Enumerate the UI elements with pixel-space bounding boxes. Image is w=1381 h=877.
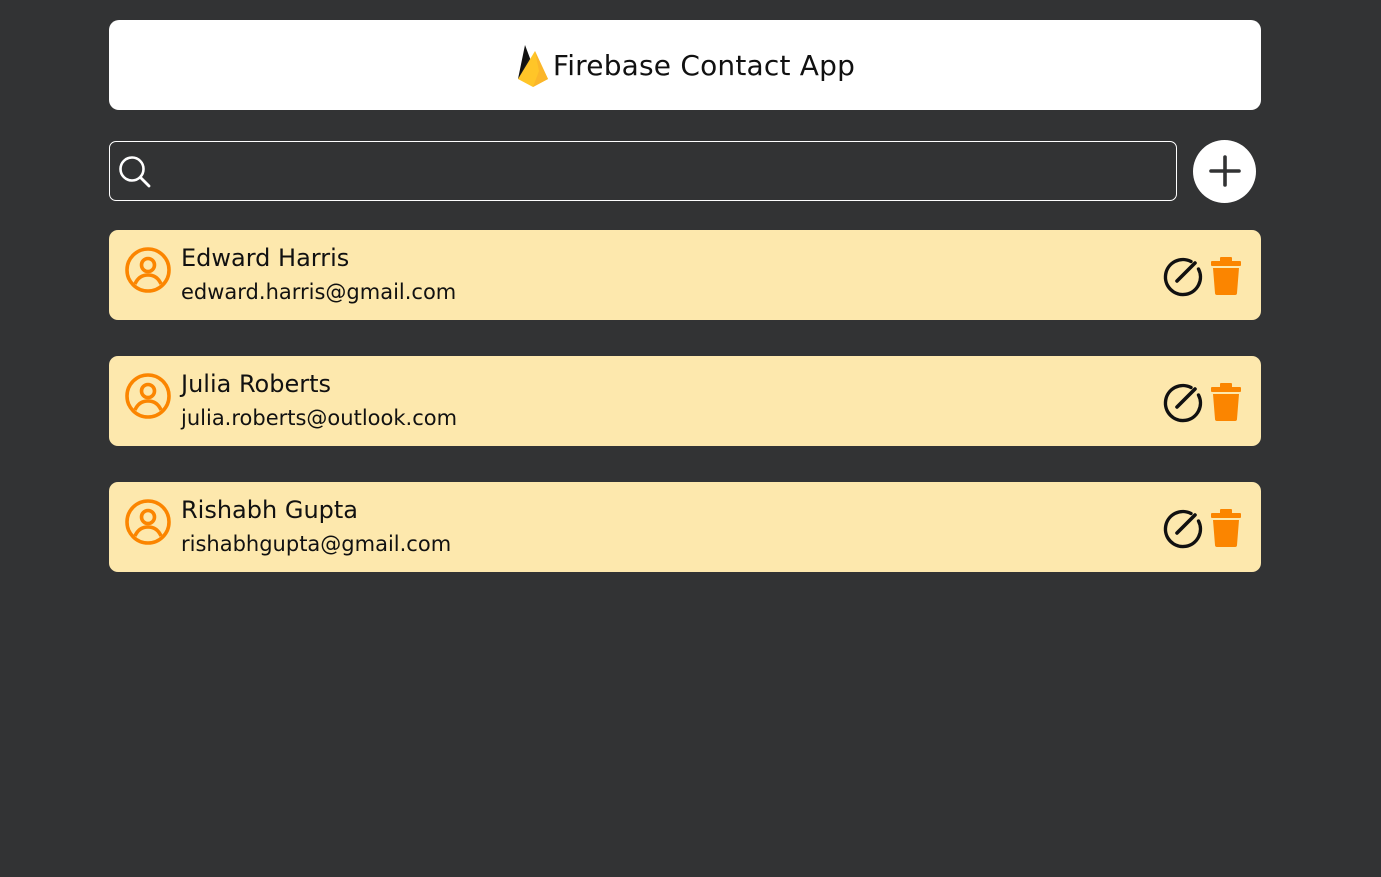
contact-list: Edward Harris edward.harris@gmail.com Ju…	[109, 230, 1261, 572]
search-box[interactable]	[109, 141, 1177, 201]
app-container: Firebase Contact App Edward Harris edwar…	[109, 20, 1261, 608]
contact-card: Edward Harris edward.harris@gmail.com	[109, 230, 1261, 320]
contact-card: Julia Roberts julia.roberts@outlook.com	[109, 356, 1261, 446]
search-input[interactable]	[160, 142, 1160, 200]
app-header: Firebase Contact App	[109, 20, 1261, 110]
contact-name: Edward Harris	[181, 244, 350, 272]
user-avatar-icon	[125, 247, 171, 293]
trash-icon[interactable]	[1209, 383, 1243, 421]
add-contact-button[interactable]	[1193, 139, 1256, 203]
trash-icon[interactable]	[1209, 509, 1243, 547]
user-avatar-icon	[125, 373, 171, 419]
contact-name: Julia Roberts	[181, 370, 332, 398]
toolbar	[109, 139, 1261, 203]
contact-card: Rishabh Gupta rishabhgupta@gmail.com	[109, 482, 1261, 572]
plus-icon	[1208, 155, 1241, 187]
contact-name: Rishabh Gupta	[181, 496, 358, 524]
search-icon	[119, 156, 151, 188]
user-avatar-icon	[125, 499, 171, 545]
edit-icon[interactable]	[1161, 255, 1203, 297]
contact-email: rishabhgupta@gmail.com	[181, 532, 452, 556]
firebase-flame-icon	[517, 45, 548, 87]
contact-email: edward.harris@gmail.com	[181, 280, 457, 304]
trash-icon[interactable]	[1209, 257, 1243, 295]
contact-email: julia.roberts@outlook.com	[181, 406, 458, 430]
app-title: Firebase Contact App	[552, 48, 856, 82]
edit-icon[interactable]	[1161, 381, 1203, 423]
edit-icon[interactable]	[1161, 507, 1203, 549]
